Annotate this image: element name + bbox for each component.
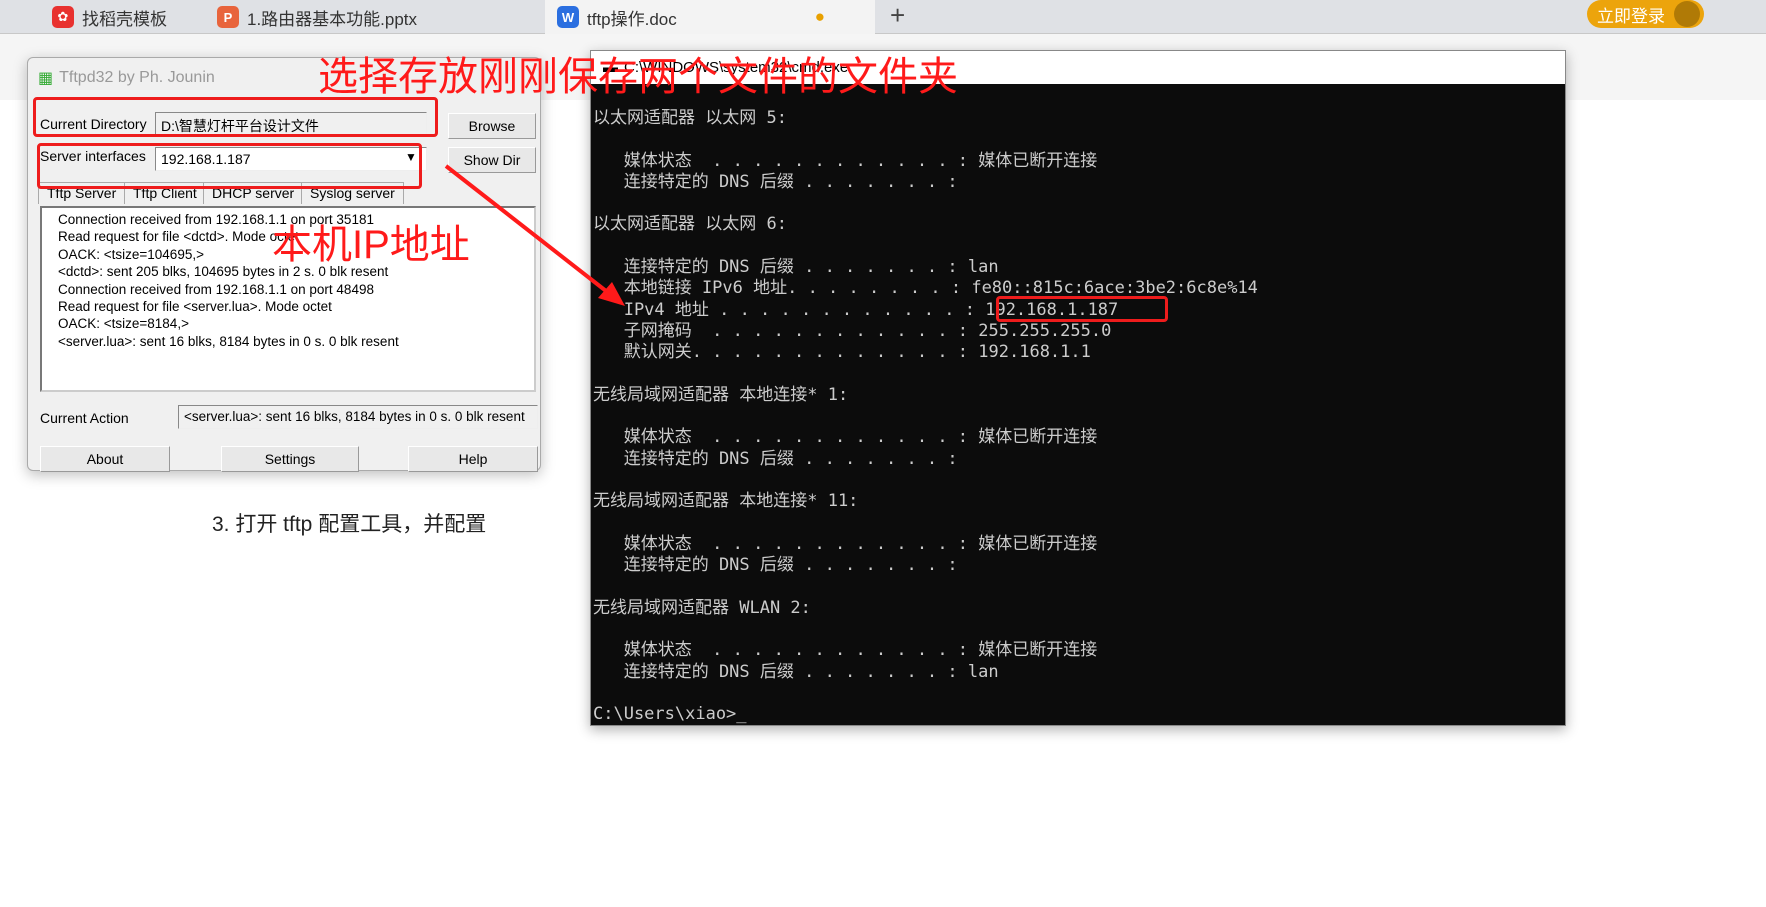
console-line: C:\Users\xiao>_: [593, 704, 747, 725]
console-line: 以太网适配器 以太网 5:: [593, 108, 787, 128]
tab-doc[interactable]: Wtftp操作.doc ●: [545, 0, 875, 34]
current-action-label: Current Action: [40, 410, 129, 426]
console-line: 无线局域网适配器 本地连接* 11:: [593, 491, 859, 512]
console-line: 媒体状态 . . . . . . . . . . . . : 媒体已断开连接: [593, 533, 1098, 554]
highlight-directory-box: [33, 97, 438, 137]
tftpd-logo-icon: ▦: [38, 70, 54, 87]
console-line: 默认网关. . . . . . . . . . . . . : 192.168.…: [593, 342, 1091, 363]
browser-tab-bar: ✿ 找稻壳模板 P 1.路由器基本功能.pptx Wtftp操作.doc ● + 立即…: [0, 0, 1766, 34]
console-line: 连接特定的 DNS 后缀 . . . . . . . :: [593, 171, 958, 192]
tab-docer[interactable]: ✿ 找稻壳模板: [40, 0, 200, 34]
login-button[interactable]: 立即登录: [1587, 0, 1704, 28]
about-button[interactable]: About: [40, 446, 170, 472]
avatar: [1674, 1, 1700, 27]
title-text: Tftpd32 by Ph. Jounin: [59, 69, 215, 86]
console-line: 连接特定的 DNS 后缀 . . . . . . . : lan: [593, 661, 999, 682]
folder-annotation: 选择存放刚刚保存两个文件的文件夹: [318, 55, 958, 99]
login-label: 立即登录: [1597, 6, 1665, 26]
console-line: 无线局域网适配器 本地连接* 1:: [593, 384, 849, 405]
highlight-interface-box: [37, 143, 422, 189]
cmd-window: ▬ C:\WINDOWS\system32\cmd.exe 以太网适配器 以太网 …: [590, 50, 1566, 726]
new-tab-icon[interactable]: +: [890, 0, 905, 31]
tab-label: 找稻壳模板: [82, 9, 167, 29]
log-line: <server.lua>: sent 16 blks, 8184 bytes i…: [58, 333, 399, 349]
help-button[interactable]: Help: [408, 446, 538, 472]
tab-label: 1.路由器基本功能.pptx: [247, 9, 418, 29]
console-line: 媒体状态 . . . . . . . . . . . . : 媒体已断开连接: [593, 150, 1098, 171]
browse-button[interactable]: Browse: [448, 113, 536, 139]
console-line: 连接特定的 DNS 后缀 . . . . . . . :: [593, 448, 958, 469]
console-output[interactable]: 以太网适配器 以太网 5: 媒体状态 . . . . . . . . . . .…: [593, 108, 1258, 726]
console-line: 连接特定的 DNS 后缀 . . . . . . . : lan: [593, 257, 999, 278]
ppt-icon: P: [217, 6, 239, 28]
console-line: 以太网适配器 以太网 6:: [593, 214, 787, 235]
settings-button[interactable]: Settings: [221, 446, 359, 472]
window-title: ▦ Tftpd32 by Ph. Jounin: [38, 68, 215, 88]
console-line: 媒体状态 . . . . . . . . . . . . : 媒体已断开连接: [593, 640, 1098, 661]
current-action-field: <server.lua>: sent 16 blks, 8184 bytes i…: [178, 405, 538, 429]
log-line: OACK: <tsize=8184,>: [58, 316, 189, 332]
console-line: 无线局域网适配器 WLAN 2:: [593, 597, 811, 618]
tab-pptx[interactable]: P 1.路由器基本功能.pptx: [205, 0, 535, 34]
ip-annotation: 本机IP地址: [272, 223, 470, 267]
tab-label: tftp操作.doc: [587, 9, 677, 29]
console-line: 连接特定的 DNS 后缀 . . . . . . . :: [593, 555, 958, 576]
docer-icon: ✿: [52, 6, 74, 28]
unsaved-dot-icon: ●: [814, 7, 826, 26]
console-line: 子网掩码 . . . . . . . . . . . . : 255.255.2…: [593, 320, 1112, 341]
highlight-ipv4-box: [996, 296, 1168, 322]
word-icon: W: [557, 6, 579, 28]
doc-step-text: 3. 打开 tftp 配置工具，并配置: [212, 513, 487, 536]
console-line: 媒体状态 . . . . . . . . . . . . : 媒体已断开连接: [593, 427, 1098, 448]
